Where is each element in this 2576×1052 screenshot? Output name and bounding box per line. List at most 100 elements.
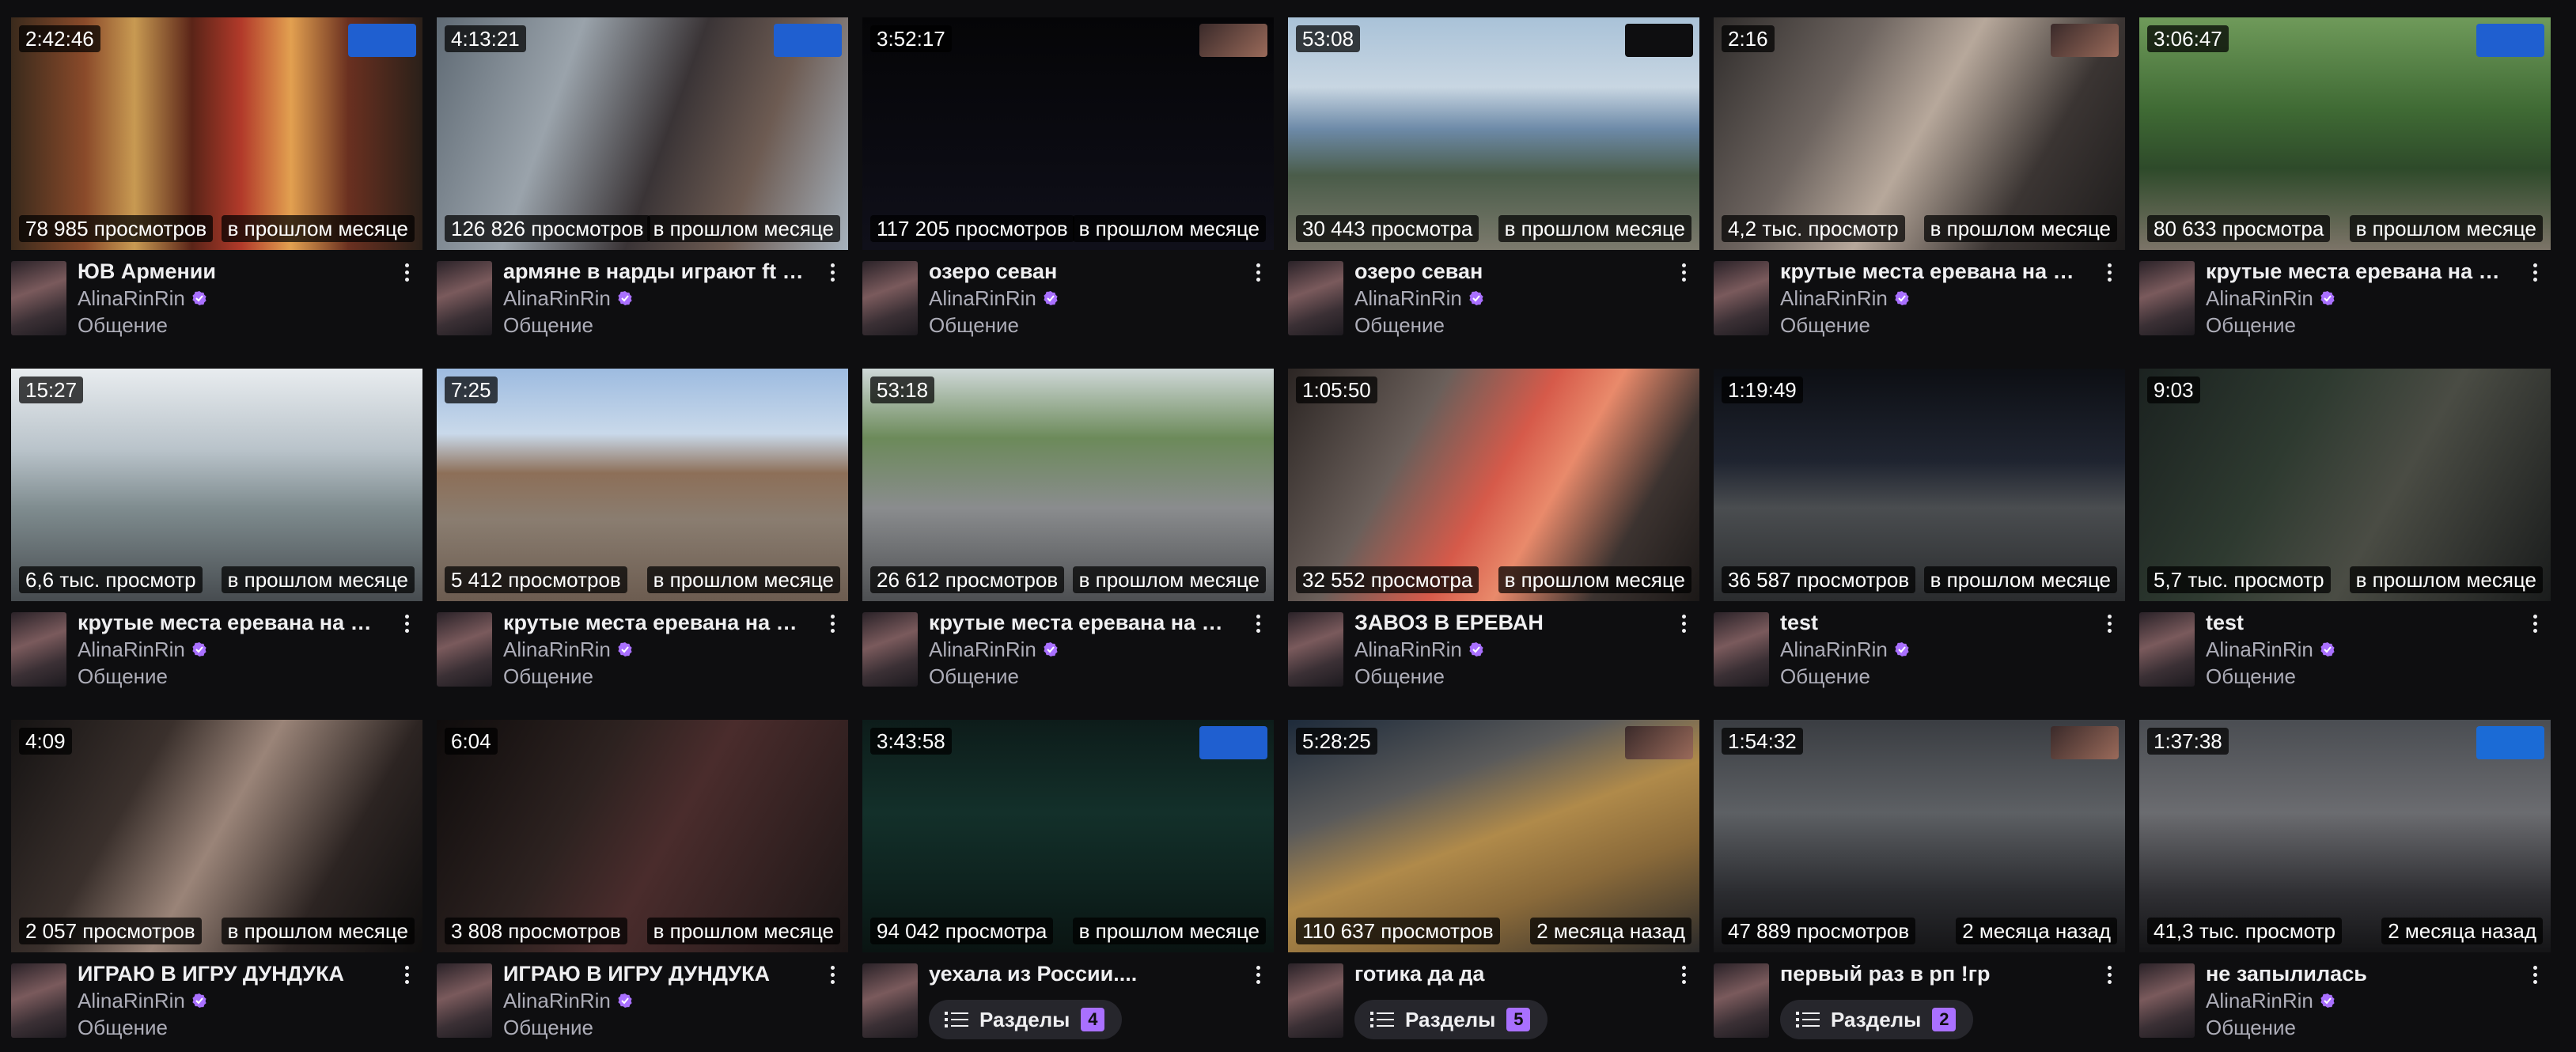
video-title[interactable]: крутые места еревана на ста... xyxy=(1780,258,2081,285)
video-title[interactable]: ИГРАЮ В ИГРУ ДУНДУКА xyxy=(503,960,804,987)
video-title[interactable]: test xyxy=(1780,609,2081,636)
video-card[interactable]: 53:08 30 443 просмотра в прошлом месяце … xyxy=(1288,17,1699,350)
video-thumbnail[interactable]: 15:27 6,6 тыс. просмотр в прошлом месяце xyxy=(11,369,422,601)
video-title[interactable]: армяне в нарды играют ft @di... xyxy=(503,258,804,285)
avatar[interactable] xyxy=(1714,261,1769,335)
category-link[interactable]: Общение xyxy=(929,312,1019,339)
category-link[interactable]: Общение xyxy=(2206,663,2296,690)
video-card[interactable]: 3:52:17 117 205 просмотров в прошлом мес… xyxy=(862,17,1274,350)
video-thumbnail[interactable]: 9:03 5,7 тыс. просмотр в прошлом месяце xyxy=(2139,369,2551,601)
video-card[interactable]: 15:27 6,6 тыс. просмотр в прошлом месяце… xyxy=(11,369,422,701)
video-thumbnail[interactable]: 2:16 4,2 тыс. просмотр в прошлом месяце xyxy=(1714,17,2125,250)
video-thumbnail[interactable]: 3:43:58 94 042 просмотра в прошлом месяц… xyxy=(862,720,1274,952)
avatar[interactable] xyxy=(437,261,492,335)
category-link[interactable]: Общение xyxy=(78,312,168,339)
channel-link[interactable]: AlinaRinRin xyxy=(78,636,207,663)
avatar[interactable] xyxy=(1288,963,1343,1038)
video-title[interactable]: test xyxy=(2206,609,2506,636)
video-card[interactable]: 1:54:32 47 889 просмотров 2 месяца назад… xyxy=(1714,720,2125,1052)
video-thumbnail[interactable]: 1:05:50 32 552 просмотра в прошлом месяц… xyxy=(1288,369,1699,601)
video-thumbnail[interactable]: 7:25 5 412 просмотров в прошлом месяце xyxy=(437,369,848,601)
chapters-button[interactable]: Разделы 2 xyxy=(1780,1000,1974,1039)
avatar[interactable] xyxy=(1288,612,1343,687)
video-title[interactable]: озеро севан xyxy=(1354,258,1655,285)
category-link[interactable]: Общение xyxy=(78,1014,168,1041)
category-link[interactable]: Общение xyxy=(929,663,1019,690)
avatar[interactable] xyxy=(1714,612,1769,687)
video-thumbnail[interactable]: 5:28:25 110 637 просмотров 2 месяца наза… xyxy=(1288,720,1699,952)
kebab-more-icon[interactable] xyxy=(397,960,416,989)
avatar[interactable] xyxy=(437,963,492,1038)
kebab-more-icon[interactable] xyxy=(823,960,842,989)
channel-link[interactable]: AlinaRinRin xyxy=(2206,636,2335,663)
kebab-more-icon[interactable] xyxy=(397,609,416,638)
video-card[interactable]: 1:19:49 36 587 просмотров в прошлом меся… xyxy=(1714,369,2125,701)
kebab-more-icon[interactable] xyxy=(1248,960,1267,989)
video-card[interactable]: 1:05:50 32 552 просмотра в прошлом месяц… xyxy=(1288,369,1699,701)
kebab-more-icon[interactable] xyxy=(397,258,416,286)
video-title[interactable]: крутые места еревана на ста... xyxy=(78,609,378,636)
channel-link[interactable]: AlinaRinRin xyxy=(503,987,633,1014)
video-thumbnail[interactable]: 2:42:46 78 985 просмотров в прошлом меся… xyxy=(11,17,422,250)
video-title[interactable]: крутые места еревана на ста... xyxy=(929,609,1229,636)
channel-link[interactable]: AlinaRinRin xyxy=(929,285,1059,312)
chapters-button[interactable]: Разделы 4 xyxy=(929,1000,1123,1039)
kebab-more-icon[interactable] xyxy=(1248,609,1267,638)
video-card[interactable]: 4:09 2 057 просмотров в прошлом месяце И… xyxy=(11,720,422,1052)
video-card[interactable]: 3:43:58 94 042 просмотра в прошлом месяц… xyxy=(862,720,1274,1052)
kebab-more-icon[interactable] xyxy=(2100,609,2119,638)
video-title[interactable]: ЗАВОЗ В ЕРЕВАН xyxy=(1354,609,1655,636)
video-card[interactable]: 4:13:21 126 826 просмотров в прошлом мес… xyxy=(437,17,848,350)
category-link[interactable]: Общение xyxy=(1780,312,1870,339)
channel-link[interactable]: AlinaRinRin xyxy=(1780,285,1910,312)
video-card[interactable]: 53:18 26 612 просмотров в прошлом месяце… xyxy=(862,369,1274,701)
avatar[interactable] xyxy=(862,612,918,687)
category-link[interactable]: Общение xyxy=(1780,663,1870,690)
kebab-more-icon[interactable] xyxy=(823,258,842,286)
category-link[interactable]: Общение xyxy=(503,312,593,339)
channel-link[interactable]: AlinaRinRin xyxy=(78,987,207,1014)
kebab-more-icon[interactable] xyxy=(2100,960,2119,989)
channel-link[interactable]: AlinaRinRin xyxy=(929,636,1059,663)
video-card[interactable]: 9:03 5,7 тыс. просмотр в прошлом месяце … xyxy=(2139,369,2551,701)
avatar[interactable] xyxy=(2139,612,2195,687)
video-thumbnail[interactable]: 1:19:49 36 587 просмотров в прошлом меся… xyxy=(1714,369,2125,601)
video-title[interactable]: уехала из России.... xyxy=(929,960,1229,987)
video-thumbnail[interactable]: 53:18 26 612 просмотров в прошлом месяце xyxy=(862,369,1274,601)
kebab-more-icon[interactable] xyxy=(2525,609,2544,638)
channel-link[interactable]: AlinaRinRin xyxy=(2206,285,2335,312)
category-link[interactable]: Общение xyxy=(78,663,168,690)
category-link[interactable]: Общение xyxy=(1354,663,1445,690)
kebab-more-icon[interactable] xyxy=(1674,258,1693,286)
video-thumbnail[interactable]: 4:13:21 126 826 просмотров в прошлом мес… xyxy=(437,17,848,250)
video-title[interactable]: озеро севан xyxy=(929,258,1229,285)
category-link[interactable]: Общение xyxy=(1354,312,1445,339)
video-thumbnail[interactable]: 4:09 2 057 просмотров в прошлом месяце xyxy=(11,720,422,952)
video-card[interactable]: 3:06:47 80 633 просмотра в прошлом месяц… xyxy=(2139,17,2551,350)
video-title[interactable]: крутые места еревана на ста... xyxy=(503,609,804,636)
kebab-more-icon[interactable] xyxy=(823,609,842,638)
kebab-more-icon[interactable] xyxy=(1674,960,1693,989)
avatar[interactable] xyxy=(437,612,492,687)
category-link[interactable]: Общение xyxy=(503,663,593,690)
video-card[interactable]: 7:25 5 412 просмотров в прошлом месяце к… xyxy=(437,369,848,701)
video-card[interactable]: 1:37:38 41,3 тыс. просмотр 2 месяца наза… xyxy=(2139,720,2551,1052)
channel-link[interactable]: AlinaRinRin xyxy=(1354,285,1484,312)
video-title[interactable]: не запылилась xyxy=(2206,960,2506,987)
category-link[interactable]: Общение xyxy=(2206,312,2296,339)
video-thumbnail[interactable]: 6:04 3 808 просмотров в прошлом месяце xyxy=(437,720,848,952)
kebab-more-icon[interactable] xyxy=(1248,258,1267,286)
video-thumbnail[interactable]: 3:06:47 80 633 просмотра в прошлом месяц… xyxy=(2139,17,2551,250)
video-title[interactable]: крутые места еревана на ста... xyxy=(2206,258,2506,285)
video-title[interactable]: ИГРАЮ В ИГРУ ДУНДУКА xyxy=(78,960,378,987)
avatar[interactable] xyxy=(2139,963,2195,1038)
channel-link[interactable]: AlinaRinRin xyxy=(2206,987,2335,1014)
category-link[interactable]: Общение xyxy=(503,1014,593,1041)
avatar[interactable] xyxy=(2139,261,2195,335)
video-title[interactable]: ЮВ Армении xyxy=(78,258,378,285)
category-link[interactable]: Общение xyxy=(2206,1014,2296,1041)
avatar[interactable] xyxy=(11,963,66,1038)
video-thumbnail[interactable]: 1:54:32 47 889 просмотров 2 месяца назад xyxy=(1714,720,2125,952)
avatar[interactable] xyxy=(11,261,66,335)
video-card[interactable]: 5:28:25 110 637 просмотров 2 месяца наза… xyxy=(1288,720,1699,1052)
